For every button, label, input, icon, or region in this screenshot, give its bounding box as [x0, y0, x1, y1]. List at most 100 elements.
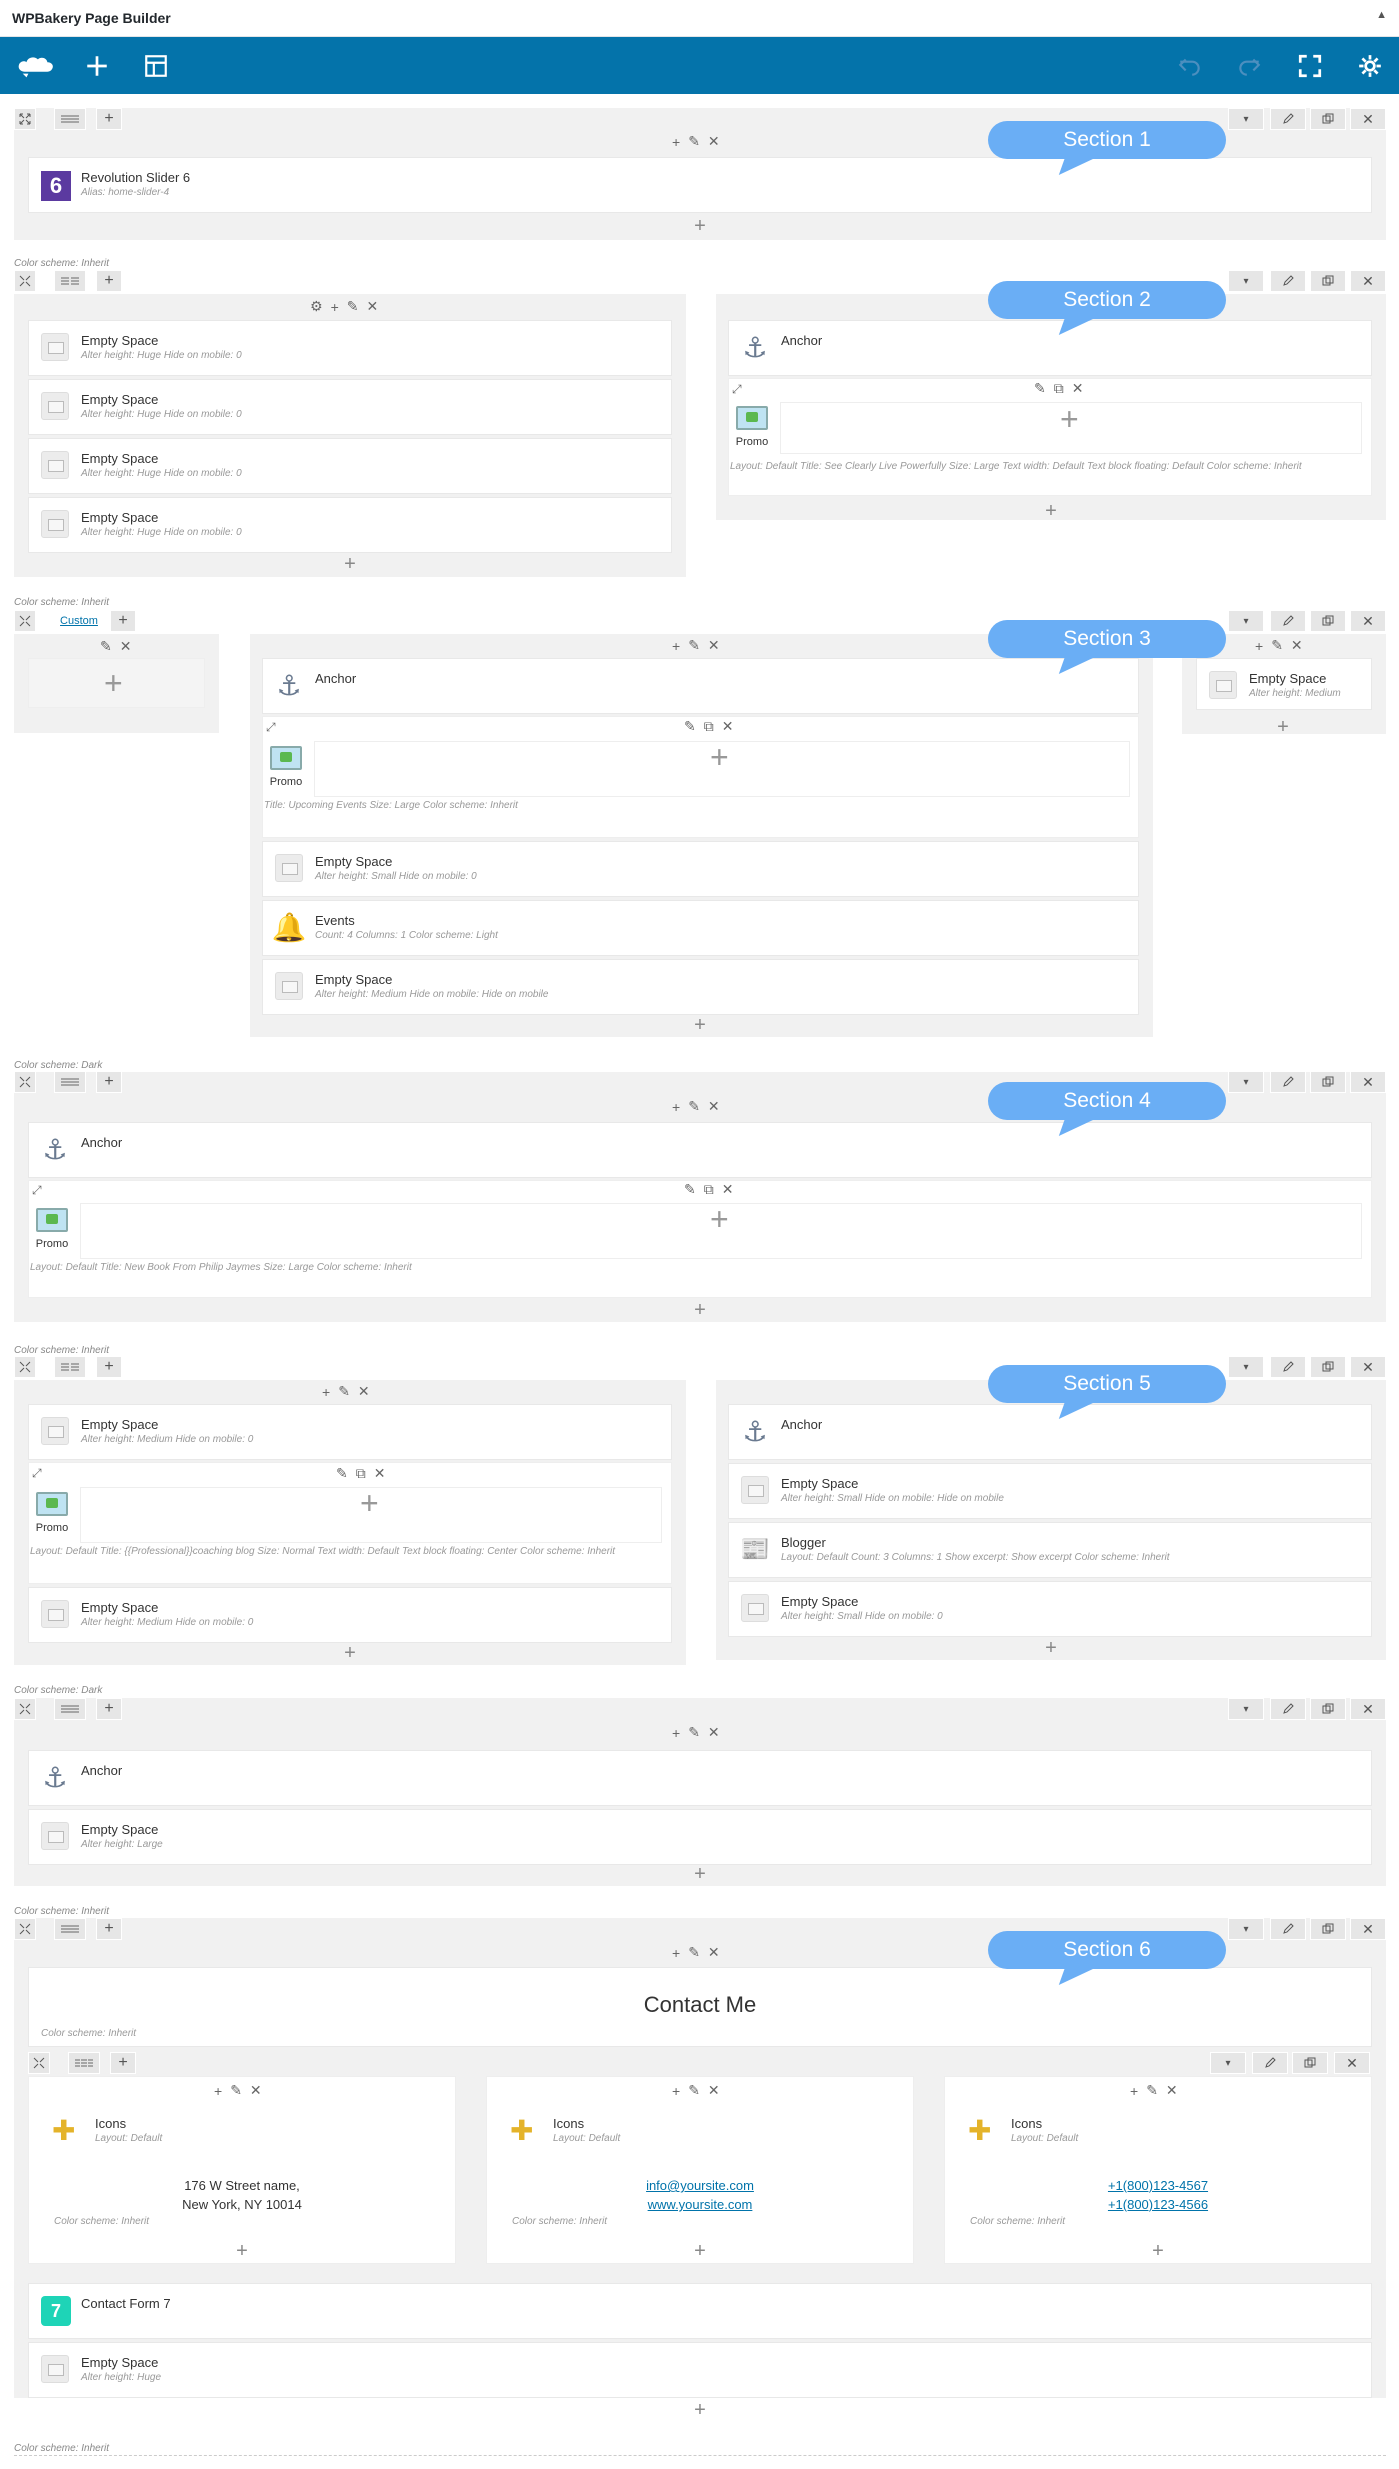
anchor-element[interactable]: ⚓ Anchor — [28, 1750, 1372, 1806]
row-add-column-icon[interactable]: + — [96, 1071, 122, 1093]
column-controls[interactable]: + ✎ ✕ — [1130, 2082, 1178, 2099]
empty-space-element[interactable]: Empty Space Alter height: Small Hide on m… — [728, 1463, 1372, 1519]
row-clone-icon[interactable] — [1310, 1918, 1346, 1940]
inner-row-delete-icon[interactable]: ✕ — [1334, 2052, 1370, 2074]
column-controls[interactable]: ✎ ✕ — [100, 638, 131, 655]
add-element-plus-icon[interactable]: + — [1148, 2241, 1168, 2261]
promo-controls[interactable]: ✎ ⧉ ✕ — [1034, 380, 1083, 397]
empty-space-element[interactable]: Empty Space Alter height: Huge Hide on mo… — [28, 379, 672, 435]
row-move-icon[interactable] — [14, 1356, 36, 1378]
row-clone-icon[interactable] — [1310, 270, 1346, 292]
column-controls[interactable]: + ✎ ✕ — [672, 1098, 720, 1115]
add-element-plus-icon[interactable]: + — [1041, 501, 1061, 521]
row-clone-icon[interactable] — [1310, 1071, 1346, 1093]
row-toggle-icon[interactable]: ▾ — [1228, 270, 1264, 292]
empty-space-element[interactable]: Empty Space Alter height: Medium Hide on … — [262, 959, 1139, 1015]
empty-space-element[interactable]: Empty Space Alter height: Small Hide on m… — [728, 1581, 1372, 1637]
column-controls[interactable]: + ✎ ✕ — [672, 637, 720, 654]
row-edit-pencil-icon[interactable] — [1270, 1698, 1306, 1720]
empty-space-element[interactable]: Empty Space Alter height: Huge Hide on mo… — [28, 438, 672, 494]
row-edit-pencil-icon[interactable] — [1270, 1071, 1306, 1093]
add-element-plus-icon[interactable]: + — [690, 2241, 710, 2261]
add-element-plus-icon[interactable]: + — [690, 216, 710, 236]
row-clone-icon[interactable] — [1310, 1698, 1346, 1720]
row-layout-icon[interactable] — [54, 270, 86, 292]
row-add-column-icon[interactable]: + — [96, 1356, 122, 1378]
empty-space-element[interactable]: Empty Space Alter height: Huge Hide on mo… — [28, 320, 672, 376]
empty-space-element[interactable]: Empty Space Alter height: Medium — [1196, 658, 1372, 710]
phone-links[interactable]: +1(800)123-4567 +1(800)123-4566 — [944, 2176, 1372, 2214]
contact-form-7-element[interactable]: 7 Contact Form 7 — [28, 2283, 1372, 2339]
wpbakery-logo-icon[interactable] — [16, 51, 56, 81]
row-add-column-icon[interactable]: + — [96, 270, 122, 292]
add-element-plus-icon[interactable]: + — [360, 1487, 379, 1519]
row-delete-icon[interactable]: ✕ — [1350, 610, 1386, 632]
column-controls[interactable]: + ✎ ✕ — [672, 2082, 720, 2099]
row-edit-pencil-icon[interactable] — [1270, 1356, 1306, 1378]
row-move-icon[interactable] — [14, 1698, 36, 1720]
add-element-plus-icon[interactable]: + — [1273, 717, 1293, 737]
add-element-plus-icon[interactable]: + — [690, 1015, 710, 1035]
row-move-icon[interactable] — [14, 1918, 36, 1940]
promo-controls[interactable]: ✎ ⧉ ✕ — [684, 1181, 733, 1198]
column-controls[interactable]: + ✎ ✕ — [214, 2082, 262, 2099]
empty-space-element[interactable]: Empty Space Alter height: Small Hide on m… — [262, 841, 1139, 897]
inner-row-clone-icon[interactable] — [1292, 2052, 1328, 2074]
anchor-element[interactable]: ⚓ Anchor — [262, 658, 1139, 714]
fullscreen-icon[interactable] — [1295, 51, 1325, 81]
add-element-plus-icon[interactable]: + — [690, 2400, 710, 2420]
row-clone-icon[interactable] — [1310, 1356, 1346, 1378]
collapse-caret-icon[interactable]: ▲ — [1376, 9, 1387, 21]
row-add-column-icon[interactable]: + — [110, 610, 136, 632]
column-controls[interactable]: + ✎ ✕ — [672, 1944, 720, 1961]
inner-row-edit-icon[interactable] — [1252, 2052, 1288, 2074]
row-toggle-icon[interactable]: ▾ — [1228, 610, 1264, 632]
inner-row-toggle-icon[interactable]: ▾ — [1210, 2052, 1246, 2074]
add-element-plus-icon[interactable]: + — [690, 1864, 710, 1884]
row-toggle-icon[interactable]: ▾ — [1228, 1071, 1264, 1093]
revolution-slider-element[interactable]: 6 Revolution Slider 6 Alias: home-slider… — [28, 157, 1372, 213]
row-layout-icon[interactable] — [54, 1356, 86, 1378]
row-layout-icon[interactable] — [54, 1918, 86, 1940]
row-layout-icon[interactable] — [54, 1071, 86, 1093]
add-element-icon[interactable] — [82, 51, 112, 81]
inner-row-move-icon[interactable] — [28, 2052, 50, 2074]
undo-icon[interactable] — [1175, 51, 1205, 81]
row-edit-pencil-icon[interactable] — [1270, 1918, 1306, 1940]
row-delete-icon[interactable]: ✕ — [1350, 1071, 1386, 1093]
add-element-plus-icon[interactable]: + — [104, 667, 123, 699]
add-element-plus-icon[interactable]: + — [232, 2241, 252, 2261]
empty-space-element[interactable]: Empty Space Alter height: Medium Hide on … — [28, 1404, 672, 1460]
settings-gear-icon[interactable] — [1355, 51, 1385, 81]
blogger-element[interactable]: 📰 Blogger Layout: Default Count: 3 Columns… — [728, 1522, 1372, 1578]
email-website-links[interactable]: info@yoursite.com www.yoursite.com — [486, 2176, 914, 2214]
promo-controls[interactable]: ✎ ⧉ ✕ — [684, 718, 733, 735]
add-element-plus-icon[interactable]: + — [710, 741, 729, 773]
row-delete-icon[interactable]: ✕ — [1350, 1918, 1386, 1940]
templates-icon[interactable] — [141, 51, 171, 81]
row-toggle-icon[interactable]: ▾ — [1228, 108, 1264, 130]
row-layout-icon[interactable] — [54, 1698, 86, 1720]
add-element-plus-icon[interactable]: + — [1041, 1638, 1061, 1658]
row-delete-icon[interactable]: ✕ — [1350, 270, 1386, 292]
contact-title-element[interactable]: Contact Me Color scheme: Inherit — [28, 1967, 1372, 2047]
add-element-plus-icon[interactable]: + — [340, 554, 360, 574]
column-controls[interactable]: + ✎ ✕ — [1255, 637, 1303, 654]
events-element[interactable]: 🔔 Events Count: 4 Columns: 1 Color scheme:… — [262, 900, 1139, 956]
row-custom-layout-link[interactable]: Custom — [54, 610, 104, 632]
add-element-plus-icon[interactable]: + — [690, 1300, 710, 1320]
row-delete-icon[interactable]: ✕ — [1350, 1698, 1386, 1720]
inner-row-add-column-icon[interactable]: + — [110, 2052, 136, 2074]
empty-space-element[interactable]: Empty Space Alter height: Huge — [28, 2342, 1372, 2398]
row-add-column-icon[interactable]: + — [96, 108, 122, 130]
row-toggle-icon[interactable]: ▾ — [1228, 1698, 1264, 1720]
row-edit-pencil-icon[interactable] — [1270, 108, 1306, 130]
row-move-icon[interactable] — [14, 270, 36, 292]
anchor-element[interactable]: ⚓ Anchor — [728, 1404, 1372, 1460]
add-element-plus-icon[interactable]: + — [1060, 403, 1079, 435]
anchor-element[interactable]: ⚓ Anchor — [28, 1122, 1372, 1178]
row-toggle-icon[interactable]: ▾ — [1228, 1356, 1264, 1378]
row-move-icon[interactable] — [14, 108, 36, 130]
row-add-column-icon[interactable]: + — [96, 1918, 122, 1940]
row-edit-pencil-icon[interactable] — [1270, 610, 1306, 632]
